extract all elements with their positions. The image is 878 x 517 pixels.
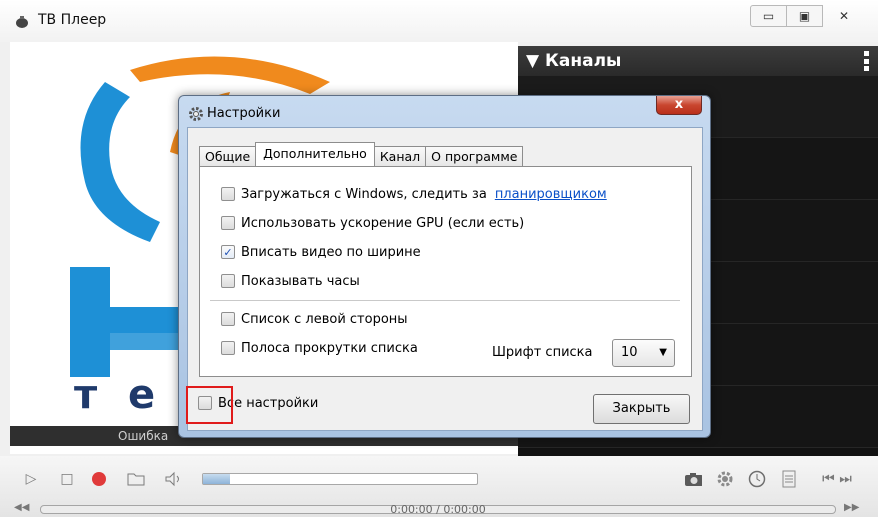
dialog-body: Общие Дополнительно Канал О программе За… [187,127,703,431]
tv-app-icon [16,16,28,28]
scheduler-link[interactable]: планировщиком [495,187,607,202]
play-icon[interactable]: ▷ [22,470,40,488]
checkbox-checked[interactable]: ✓ [221,245,235,259]
option-list-left[interactable]: Список с левой стороны [221,310,408,328]
seek-bar-row: ◀◀ 0:00:00 / 0:00:00 ▶▶ [12,502,868,516]
seek-forward-icon[interactable]: ▶▶ [844,502,859,513]
option-label: Список с левой стороны [241,311,408,327]
seek-slider[interactable]: 0:00:00 / 0:00:00 [40,503,836,516]
volume-slider[interactable] [202,473,478,485]
channels-menu-icon[interactable] [864,51,870,71]
checkbox[interactable] [221,312,235,326]
tab-bar: Общие Дополнительно Канал О программе [199,142,524,166]
separator [210,300,680,301]
volume-fill [203,474,231,484]
window-title: ТВ Плеер [38,12,107,28]
stop-icon[interactable]: □ [58,470,76,488]
option-label: Использовать ускорение GPU (если есть) [241,215,525,231]
option-fit-width[interactable]: ✓ Вписать видео по ширине [221,243,421,261]
close-button[interactable]: Закрыть [593,394,690,424]
record-icon[interactable] [90,470,108,488]
option-show-clock[interactable]: Показывать часы [221,272,360,290]
checkbox[interactable] [221,187,235,201]
logo-letter-e: е [128,372,155,418]
option-label: Полоса прокрутки списка [241,340,418,356]
settings-gear-icon[interactable] [716,470,734,488]
font-size-label: Шрифт списка [492,345,593,360]
settings-dialog: Настройки x Общие Дополнительно Канал О … [178,95,711,438]
time-display: 0:00:00 / 0:00:00 [390,503,486,516]
close-window-button[interactable]: ✕ [822,5,866,27]
player-controls: ▷ □ ⏮ ⏭ ◀◀ 0:00:00 / 0:00:00 ▶▶ [0,456,878,517]
folder-icon[interactable] [127,470,145,488]
highlight-box [186,386,233,424]
font-size-select[interactable]: 10 ▼ [612,339,675,367]
tab-channel[interactable]: Канал [373,146,427,166]
camera-icon[interactable] [684,470,702,488]
speaker-icon[interactable] [164,470,182,488]
option-label: Вписать видео по ширине [241,244,421,260]
channels-title: Каналы [545,51,622,71]
tab-about[interactable]: О программе [425,146,524,166]
tab-panel-advanced: Загружаться с Windows, следить за планир… [199,166,692,377]
seek-back-icon[interactable]: ◀◀ [14,502,29,513]
channels-header[interactable]: ▼ Каналы [518,46,878,76]
list-icon[interactable] [780,470,798,488]
checkbox[interactable] [221,341,235,355]
collapse-arrow-icon: ▼ [526,51,540,71]
tab-general[interactable]: Общие [199,146,257,166]
dialog-title: Настройки [207,106,281,121]
status-text: Ошибка [118,429,169,443]
prev-next-channel-icon[interactable]: ⏮ ⏭ [818,470,856,488]
logo-letter-t: т [74,372,98,418]
tab-advanced[interactable]: Дополнительно [255,142,375,166]
option-autostart[interactable]: Загружаться с Windows, следить за планир… [221,185,607,203]
option-label: Показывать часы [241,273,360,289]
dropdown-arrow-icon: ▼ [659,347,667,358]
dialog-close-button[interactable]: x [656,96,702,115]
option-list-scrollbar[interactable]: Полоса прокрутки списка [221,339,418,357]
maximize-button[interactable]: ▣ [786,5,823,27]
window-controls: ▭ ▣ ✕ [750,5,866,27]
dialog-gear-icon [189,107,203,121]
font-size-value: 10 [621,345,638,360]
clock-icon[interactable] [748,470,766,488]
option-label: Загружаться с Windows, следить за [241,186,487,202]
all-settings-label: Все настройки [218,395,319,411]
checkbox[interactable] [221,216,235,230]
minimize-button[interactable]: ▭ [750,5,787,27]
window-titlebar: ТВ Плеер ▭ ▣ ✕ [0,0,878,42]
checkbox[interactable] [221,274,235,288]
option-gpu[interactable]: Использовать ускорение GPU (если есть) [221,214,524,232]
